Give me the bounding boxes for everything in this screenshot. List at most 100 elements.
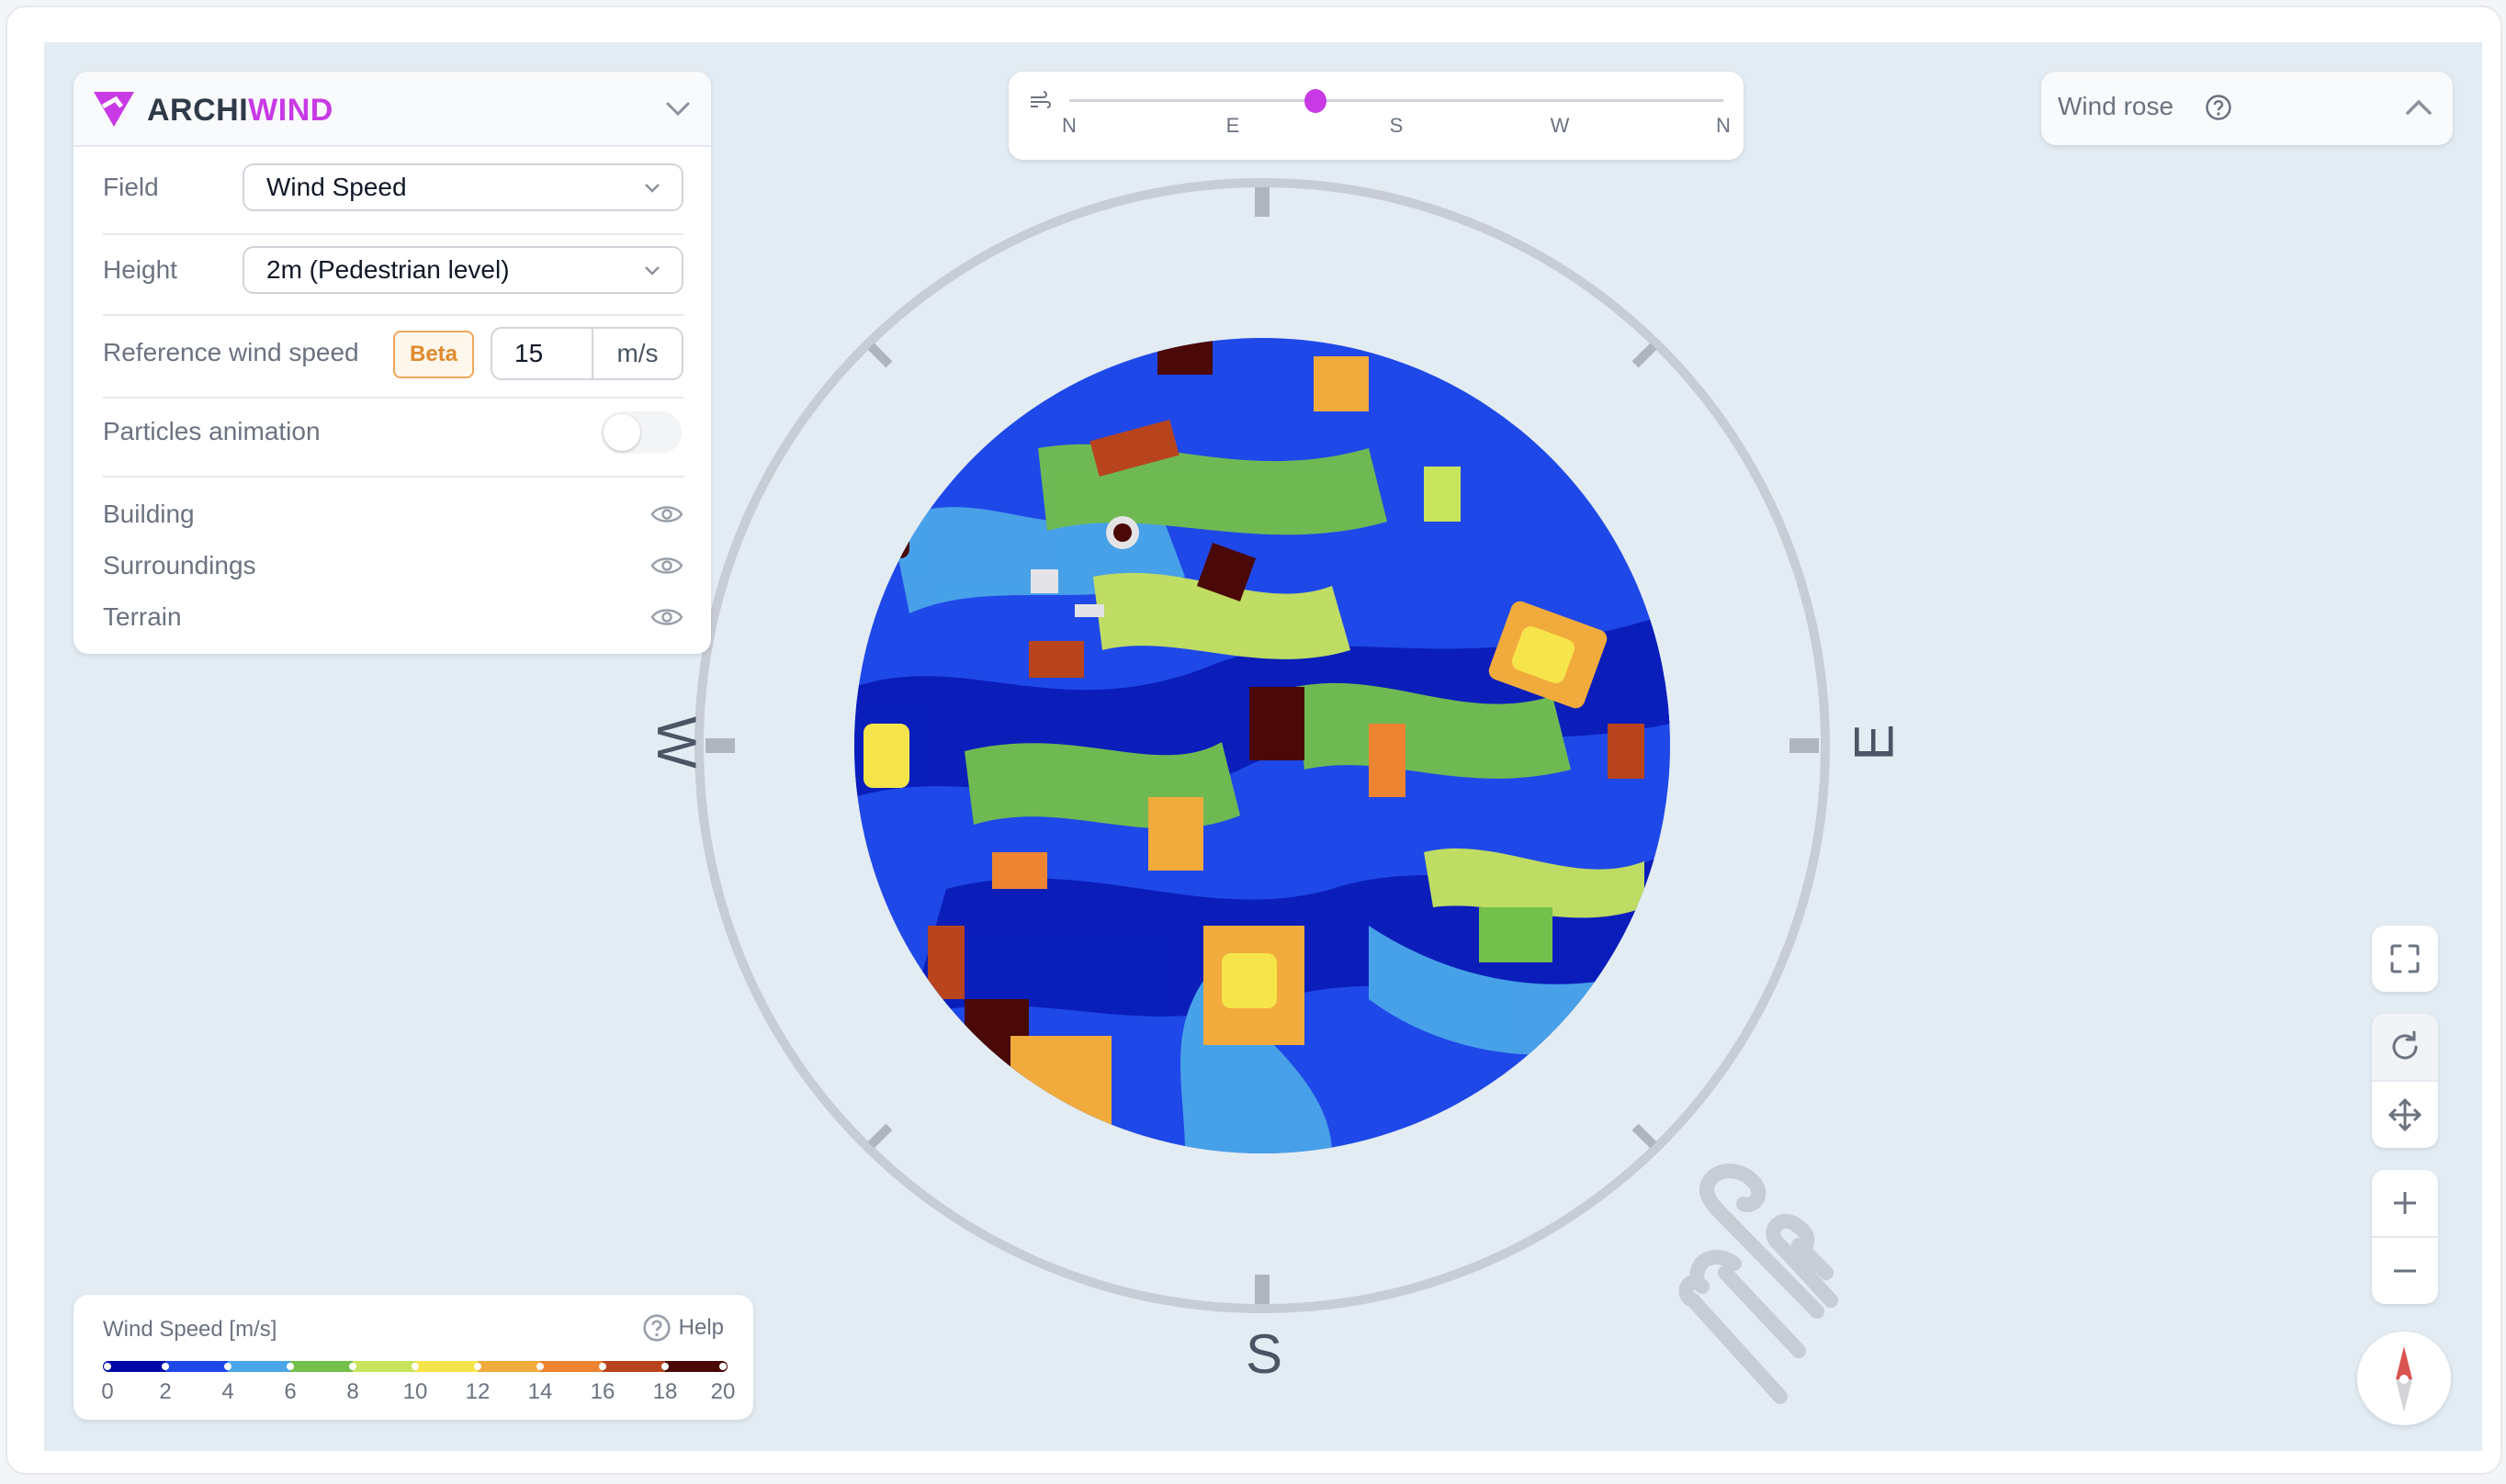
color-scale-markers: [103, 1361, 728, 1372]
direction-label: W: [1550, 114, 1570, 137]
compass-button[interactable]: [2357, 1332, 2451, 1425]
color-scale-tick-label: 10: [402, 1379, 428, 1404]
layer-row-building: Building: [103, 494, 683, 534]
layer-label: Surroundings: [103, 551, 256, 579]
dial-label-west: W: [645, 716, 707, 769]
chevron-down-icon[interactable]: [665, 96, 691, 121]
fullscreen-control: [2372, 926, 2438, 992]
panel-header[interactable]: ARCHIWIND: [73, 72, 711, 147]
tick-sw: [867, 1123, 893, 1149]
brand-logo: ARCHIWIND: [94, 92, 333, 129]
color-scale-tick-label: 14: [527, 1379, 553, 1404]
color-scale-ticks: 0 2 4 6 8 10 12 14 16 18 20: [101, 1379, 735, 1407]
height-value: 2m (Pedestrian level): [266, 255, 510, 284]
color-scale-tick-label: 18: [652, 1379, 678, 1404]
reference-wind-speed-value[interactable]: 15: [492, 329, 593, 378]
direction-slider-labels: N E S W N: [1062, 114, 1731, 141]
color-scale-tick-label: 20: [710, 1379, 736, 1404]
tick-north: [1255, 187, 1270, 217]
tick-south: [1255, 1275, 1270, 1304]
viewer-canvas[interactable]: W E S ARCHIWIND Field Wind Speed Height …: [44, 42, 2482, 1451]
divider: [103, 314, 683, 316]
height-select[interactable]: 2m (Pedestrian level): [243, 246, 683, 294]
zoom-in-button[interactable]: [2372, 1170, 2438, 1236]
color-scale-marker: [162, 1363, 169, 1370]
color-scale-marker: [536, 1363, 544, 1370]
archiwind-logo-icon: [94, 92, 134, 127]
color-scale-tick-label: 0: [101, 1379, 114, 1404]
eye-icon[interactable]: [650, 604, 683, 630]
height-label: Height: [103, 255, 177, 284]
chevron-down-icon: [645, 184, 660, 193]
eye-icon[interactable]: [650, 553, 683, 579]
direction-label: S: [1389, 114, 1404, 137]
dial-label-south: S: [1246, 1323, 1283, 1385]
help-label: Help: [678, 1315, 724, 1340]
zoom-out-button[interactable]: [2372, 1238, 2438, 1304]
divider: [103, 476, 683, 478]
wind-speed-map[interactable]: [854, 338, 1670, 1153]
color-scale-marker: [224, 1363, 231, 1370]
pan-button[interactable]: [2372, 1082, 2438, 1148]
compass-icon: [2396, 1346, 2412, 1412]
direction-label: N: [1062, 114, 1077, 137]
plus-icon: [2394, 1192, 2416, 1214]
particles-animation-label: Particles animation: [103, 417, 321, 445]
direction-label: N: [1716, 114, 1731, 137]
color-scale-tick-label: 16: [590, 1379, 615, 1404]
reference-wind-speed-input[interactable]: 15 m/s: [491, 327, 683, 380]
tick-ne: [1631, 343, 1657, 368]
tick-se: [1631, 1123, 1657, 1149]
rotate-button[interactable]: [2372, 1014, 2438, 1080]
color-scale-tick-label: 2: [159, 1379, 172, 1404]
particles-animation-toggle[interactable]: [601, 411, 682, 454]
color-scale-marker: [719, 1363, 727, 1370]
direction-label: E: [1225, 114, 1240, 137]
field-select[interactable]: Wind Speed: [243, 163, 683, 211]
help-circle-icon: [642, 1314, 671, 1342]
color-scale-tick-label: 8: [346, 1379, 359, 1404]
eye-icon[interactable]: [650, 501, 683, 527]
app-frame: W E S ARCHIWIND Field Wind Speed Height …: [6, 6, 2502, 1475]
wind-decor-icon: [1678, 1164, 1838, 1404]
zoom-control: [2372, 1170, 2438, 1304]
legend-help-button[interactable]: Help: [642, 1313, 724, 1343]
wind-direction-slider-card: N E S W N: [1009, 72, 1744, 160]
color-scale-tick-label: 12: [465, 1379, 491, 1404]
color-scale-tick-label: 6: [284, 1379, 297, 1404]
chevron-up-icon[interactable]: [2405, 96, 2433, 119]
fullscreen-button[interactable]: [2372, 926, 2438, 992]
rotate-icon: [2392, 1030, 2418, 1060]
direction-slider-thumb[interactable]: [1304, 89, 1327, 113]
field-label: Field: [103, 173, 159, 201]
camera-mode-control: [2372, 1014, 2438, 1148]
tick-east: [1789, 738, 1819, 753]
dial-label-east: E: [1843, 724, 1905, 761]
color-scale-tick-label: 4: [221, 1379, 234, 1404]
wind-speed-field: [854, 338, 1670, 1153]
tick-nw: [867, 343, 893, 368]
reference-wind-speed-unit: m/s: [616, 339, 659, 367]
reference-wind-speed-label: Reference wind speed: [103, 338, 359, 366]
brand-name: ARCHIWIND: [147, 92, 333, 128]
layer-row-terrain: Terrain: [103, 597, 683, 637]
field-value: Wind Speed: [266, 173, 407, 201]
move-icon: [2387, 1097, 2422, 1132]
color-scale-marker: [412, 1363, 419, 1370]
help-circle-icon[interactable]: [2205, 94, 2232, 121]
color-scale-marker: [287, 1363, 294, 1370]
color-scale-marker: [349, 1363, 356, 1370]
particles-row: Particles animation: [103, 404, 683, 459]
color-legend: Wind Speed [m/s] Help 0 2 4 6 8 10 12 14 16 18 20: [73, 1295, 753, 1420]
wind-icon: [1031, 91, 1051, 108]
color-scale-marker: [104, 1363, 111, 1370]
layer-row-surroundings: Surroundings: [103, 545, 683, 586]
color-scale-marker: [599, 1363, 606, 1370]
color-scale-marker: [661, 1363, 669, 1370]
toggle-knob: [604, 414, 640, 451]
direction-slider-track[interactable]: [1069, 89, 1723, 113]
legend-title: Wind Speed [m/s]: [103, 1317, 277, 1342]
wind-rose-panel[interactable]: Wind rose: [2041, 72, 2453, 145]
layer-label: Building: [103, 500, 195, 528]
color-scale-marker: [474, 1363, 481, 1370]
